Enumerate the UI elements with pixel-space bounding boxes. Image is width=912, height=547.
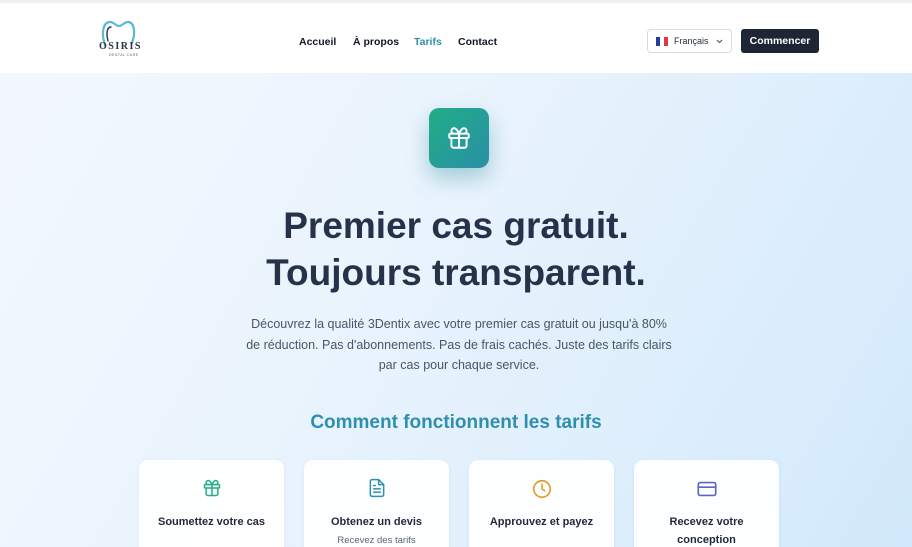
step-subtitle: Recevez des tarifs xyxy=(337,535,416,546)
nav-item-contact[interactable]: Contact xyxy=(458,36,497,48)
commencer-button[interactable]: Commencer xyxy=(741,29,819,53)
step-title: Obtenez un devis xyxy=(330,516,423,528)
step-title: Soumettez votre cas xyxy=(158,516,265,528)
fr-flag-icon xyxy=(656,36,668,46)
step-card-receive: Recevez votre conception xyxy=(634,460,779,547)
logo-text: OSIRIS xyxy=(99,41,142,52)
gift-icon xyxy=(203,479,220,497)
logo-subtitle: DENTAL CARE xyxy=(109,53,139,57)
hero-title-line1: Premier cas gratuit. xyxy=(283,205,629,246)
step-card-approve: Approuvez et payez xyxy=(469,460,614,547)
step-card-quote: Obtenez un devis Recevez des tarifs xyxy=(304,460,449,547)
chevron-down-icon xyxy=(716,39,722,43)
language-label: Français xyxy=(674,36,709,46)
nav-item-accueil[interactable]: Accueil xyxy=(299,36,336,48)
nav-item-a-propos[interactable]: À propos xyxy=(353,36,399,48)
pricing-section-title: Comment fonctionnent les tarifs xyxy=(310,412,602,433)
hero-title-line2: Toujours transparent. xyxy=(266,252,646,293)
hero-description: Découvrez la qualité 3Dentix avec votre … xyxy=(246,317,672,372)
clock-icon xyxy=(532,479,551,499)
hero-section: Premier cas gratuit. Toujours transparen… xyxy=(0,73,912,547)
osiris-logo[interactable]: OSIRIS DENTAL CARE xyxy=(99,19,151,59)
hero-gift-badge xyxy=(429,108,489,168)
step-title: Approuvez et payez xyxy=(489,516,594,528)
step-card-submit: Soumettez votre cas xyxy=(139,460,284,547)
site-header: OSIRIS DENTAL CARE Accueil À propos Tari… xyxy=(0,0,912,73)
language-selector[interactable]: Français xyxy=(647,29,732,53)
credit-card-icon xyxy=(696,481,717,497)
gift-icon xyxy=(448,127,470,149)
nav-item-tarifs[interactable]: Tarifs xyxy=(414,36,442,48)
step-title: Recevez votre conception xyxy=(669,516,744,546)
document-icon xyxy=(369,478,384,498)
